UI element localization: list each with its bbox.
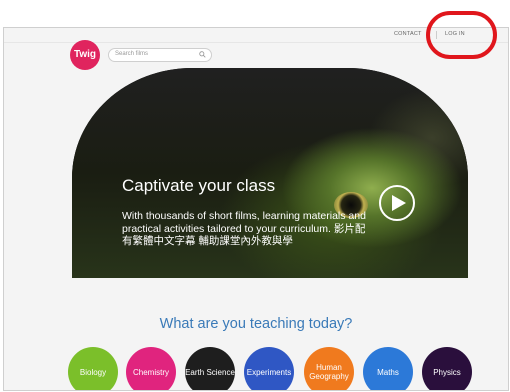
- subject-human-geography[interactable]: Human Geography: [304, 347, 354, 390]
- search-placeholder: Search films: [115, 51, 149, 57]
- search-icon[interactable]: [199, 51, 206, 58]
- play-video-button[interactable]: [379, 185, 415, 221]
- twig-logo[interactable]: Twig: [70, 40, 100, 70]
- hero-title: Captivate your class: [122, 176, 276, 195]
- login-highlight-annotation: [426, 11, 497, 59]
- search-input[interactable]: Search films: [108, 48, 212, 62]
- play-icon: [392, 195, 406, 211]
- subject-maths[interactable]: Maths: [363, 347, 413, 390]
- contact-link[interactable]: CONTACT: [394, 31, 422, 37]
- browser-viewport: CONTACT LOG IN Twig Search films Captiva…: [3, 27, 509, 391]
- hero-description: With thousands of short films, learning …: [122, 210, 366, 247]
- subject-chemistry[interactable]: Chemistry: [126, 347, 176, 390]
- subject-earth-science[interactable]: Earth Science: [185, 347, 235, 390]
- subject-physics[interactable]: Physics: [422, 347, 472, 390]
- subject-biology[interactable]: Biology: [68, 347, 118, 390]
- section-title: What are you teaching today?: [159, 316, 353, 332]
- subject-experiments[interactable]: Experiments: [244, 347, 294, 390]
- hero-banner: Captivate your class With thousands of s…: [72, 68, 468, 278]
